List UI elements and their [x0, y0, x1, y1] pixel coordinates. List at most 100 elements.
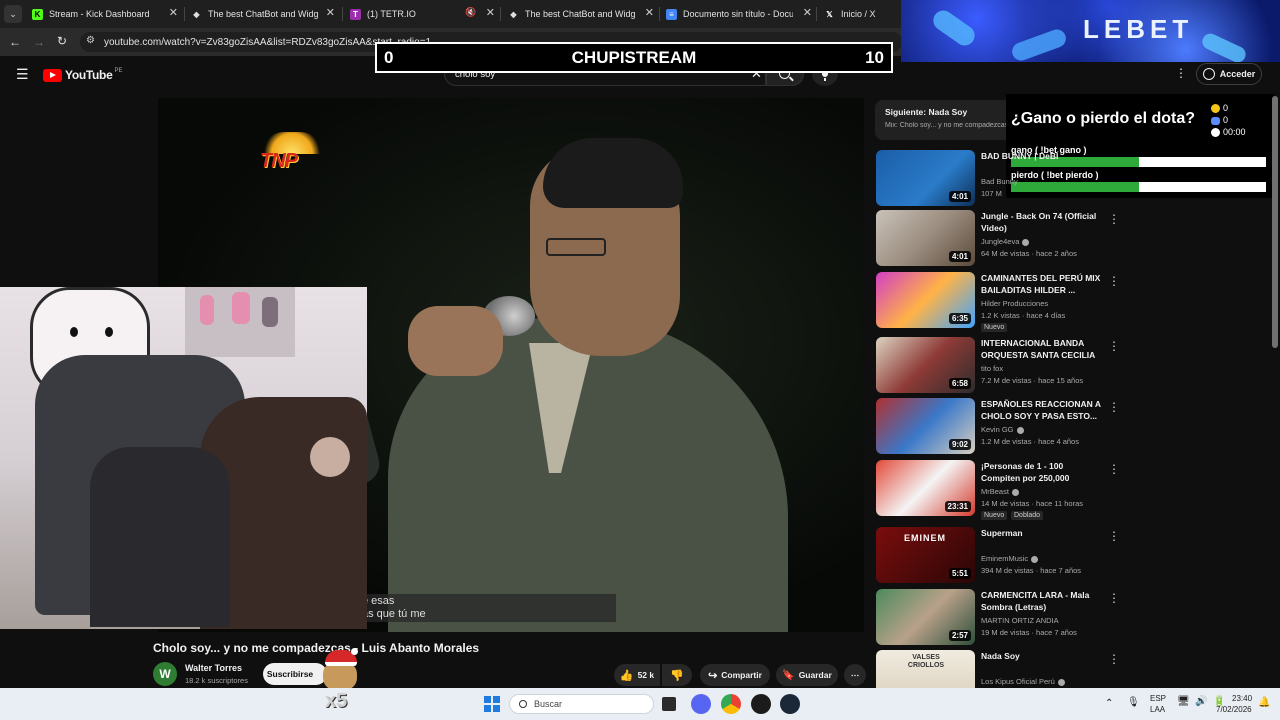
chrome-icon[interactable]	[721, 694, 741, 714]
volume-icon[interactable]: 🔊	[1195, 696, 1207, 707]
forward-arrow-icon[interactable]: →	[33, 35, 45, 49]
recommendation-channel[interactable]: tito fox	[981, 364, 1003, 373]
video-thumbnail[interactable]: 6:58	[876, 337, 975, 393]
recommendation-title[interactable]: INTERNACIONAL BANDA ORQUESTA SANTA CECIL…	[981, 337, 1101, 361]
page-scrollbar[interactable]	[1272, 96, 1278, 348]
tab-tetrio[interactable]: T (1) TETR.IO 🔇 ✕	[350, 4, 495, 24]
steam-icon[interactable]	[780, 694, 800, 714]
singer-hair	[543, 138, 683, 208]
video-thumbnail[interactable]: EMINEM 5:51	[876, 527, 975, 583]
save-button[interactable]: 🔖 Guardar	[776, 664, 838, 686]
recommendation-item[interactable]: 6:58 INTERNACIONAL BANDA ORQUESTA SANTA C…	[876, 337, 1276, 395]
recommendation-meta: 19 M de vistas · hace 7 años	[981, 628, 1077, 637]
video-thumbnail[interactable]: 9:02	[876, 398, 975, 454]
discord-icon[interactable]	[691, 694, 711, 714]
recommendation-title[interactable]: BAD BUNNY | DeBÍ	[981, 150, 1101, 162]
more-options-icon[interactable]: ⋮	[1108, 274, 1120, 288]
more-options-icon[interactable]: ⋮	[1108, 339, 1120, 353]
close-icon[interactable]: ✕	[486, 6, 495, 19]
more-options-icon[interactable]: ⋮	[1108, 400, 1120, 414]
tab-chatbot-2[interactable]: ◆ The best ChatBot and Widgets fo ✕	[508, 4, 654, 24]
recommendation-title[interactable]: CARMENCITA LARA - Mala Sombra (Letras)	[981, 589, 1101, 613]
youtube-logo[interactable]: YouTube PE	[43, 67, 122, 83]
recommendation-title[interactable]: CAMINANTES DEL PERÚ MIX BAILADITAS HILDE…	[981, 272, 1101, 296]
app-icon[interactable]	[751, 694, 771, 714]
recommendation-channel[interactable]: Kevin GG	[981, 425, 1024, 434]
diamond-icon: ◆	[510, 9, 517, 19]
recommendation-channel[interactable]: MrBeast	[981, 487, 1019, 496]
tab-kick-dashboard[interactable]: K Stream - Kick Dashboard ✕	[32, 4, 178, 24]
recommendation-channel[interactable]: Hilder Producciones	[981, 299, 1048, 308]
task-view-icon[interactable]	[662, 697, 676, 711]
windows-start-icon[interactable]	[484, 696, 500, 712]
tab-google-docs[interactable]: ≡ Documento sin título - Docume ✕	[666, 4, 812, 24]
tab-x-home[interactable]: 𝕏 Inicio / X	[824, 4, 898, 24]
recommendation-channel[interactable]: EminemMusic	[981, 554, 1039, 563]
recommendation-title[interactable]: Superman	[981, 527, 1101, 539]
like-button[interactable]: 👍 52 k	[614, 664, 660, 686]
tab-search-button[interactable]: ⌄	[4, 5, 22, 23]
video-thumbnail[interactable]: 4:01	[876, 210, 975, 266]
back-arrow-icon[interactable]: ←	[9, 35, 21, 49]
recommendation-item[interactable]: EMINEM 5:51 Superman EminemMusic 394 M de vi…	[876, 527, 1276, 585]
verified-icon	[1011, 488, 1019, 496]
dubbed-badge: Doblado	[1011, 511, 1044, 520]
close-icon[interactable]: ✕	[645, 6, 654, 19]
more-options-icon[interactable]: ⋮	[1108, 529, 1120, 543]
taskbar-search[interactable]: Buscar	[509, 694, 654, 714]
more-options-icon[interactable]: ⋮	[1108, 652, 1120, 666]
recommendation-channel[interactable]: Jungle4eva	[981, 237, 1030, 246]
duration-badge: 5:51	[948, 568, 971, 579]
site-info-icon[interactable]: ⚙	[86, 35, 95, 46]
more-options-icon[interactable]: ⋮	[1108, 591, 1120, 605]
hamburger-menu-icon[interactable]: ☰	[16, 66, 29, 83]
video-thumbnail[interactable]: 2:57	[876, 589, 975, 645]
lebet-banner: LEBET	[901, 0, 1280, 62]
reload-icon[interactable]: ↻	[57, 34, 67, 48]
video-thumbnail[interactable]: 4:01	[876, 150, 975, 206]
tetrio-icon: T	[350, 8, 361, 20]
tab-chatbot-1[interactable]: ◆ The best ChatBot and Widgets fo ✕	[191, 4, 335, 24]
video-thumbnail[interactable]: 23:31	[876, 460, 975, 516]
thumbs-up-icon: 👍	[619, 669, 634, 682]
signin-button[interactable]: Acceder	[1196, 63, 1262, 85]
duration-badge: 23:31	[944, 501, 971, 512]
channel-avatar[interactable]: W	[153, 662, 177, 686]
recommendation-item[interactable]: 2:57 CARMENCITA LARA - Mala Sombra (Letra…	[876, 589, 1276, 647]
close-icon[interactable]: ✕	[803, 6, 812, 19]
recommendation-channel[interactable]: MARTIN ORTIZ ANDIA	[981, 616, 1059, 625]
thumbnail-label: VALSES CRIOLLOS	[907, 654, 945, 669]
recommendation-meta: 7.2 M de vistas · hace 15 años	[981, 376, 1084, 385]
mix-next-panel[interactable]: Siguiente: Nada Soy Mix: Cholo soy... y …	[875, 100, 1010, 140]
close-icon[interactable]: ✕	[169, 6, 178, 19]
recommendation-title[interactable]: ¡Personas de 1 - 100 Compiten por 250,00…	[981, 460, 1101, 484]
tray-mic-icon[interactable]: 🎙	[1127, 697, 1140, 708]
recommendation-channel[interactable]: Bad Bunny	[981, 177, 1018, 186]
video-thumbnail[interactable]: 6:35	[876, 272, 975, 328]
recommendation-title[interactable]: Nada Soy	[981, 650, 1101, 662]
muted-speaker-icon[interactable]: 🔇	[465, 7, 476, 18]
notifications-icon[interactable]: 🔔	[1258, 697, 1270, 708]
recommendation-title[interactable]: ESPAÑOLES REACCIONAN A CHOLO SOY Y PASA …	[981, 398, 1101, 422]
share-button[interactable]: ↪ Compartir	[700, 664, 770, 686]
network-icon[interactable]: 🖥	[1177, 696, 1190, 707]
more-options-icon[interactable]: ⋮	[1108, 462, 1120, 476]
recommendation-item[interactable]: 6:35 CAMINANTES DEL PERÚ MIX BAILADITAS H…	[876, 272, 1276, 332]
recommendation-item[interactable]: 23:31 ¡Personas de 1 - 100 Compiten por 2…	[876, 460, 1276, 520]
more-actions-button[interactable]: ⋯	[844, 664, 866, 686]
close-icon[interactable]: ✕	[326, 6, 335, 19]
tray-expand-icon[interactable]: ⌃	[1105, 698, 1113, 709]
recommendation-item[interactable]: 9:02 ESPAÑOLES REACCIONAN A CHOLO SOY Y P…	[876, 398, 1276, 456]
more-options-icon[interactable]: ⋮	[1175, 66, 1187, 80]
share-icon: ↪	[708, 669, 718, 682]
clock-icon	[1211, 128, 1220, 138]
more-options-icon[interactable]: ⋮	[1108, 212, 1120, 226]
recommendation-title[interactable]: Jungle - Back On 74 (Official Video)	[981, 210, 1101, 234]
recommendation-item[interactable]: 4:01 BAD BUNNY | DeBÍ Bad Bunny 107 M	[876, 150, 1276, 208]
users-counter: 0	[1211, 114, 1246, 126]
recommendation-channel[interactable]: Los Kipus Oficial Perú	[981, 677, 1065, 686]
recommendation-meta: 394 M de vistas · hace 7 años	[981, 566, 1082, 575]
channel-name[interactable]: Walter Torres	[185, 663, 242, 673]
dislike-button[interactable]: 👎	[662, 664, 692, 686]
recommendation-item[interactable]: 4:01 Jungle - Back On 74 (Official Video)…	[876, 210, 1276, 268]
